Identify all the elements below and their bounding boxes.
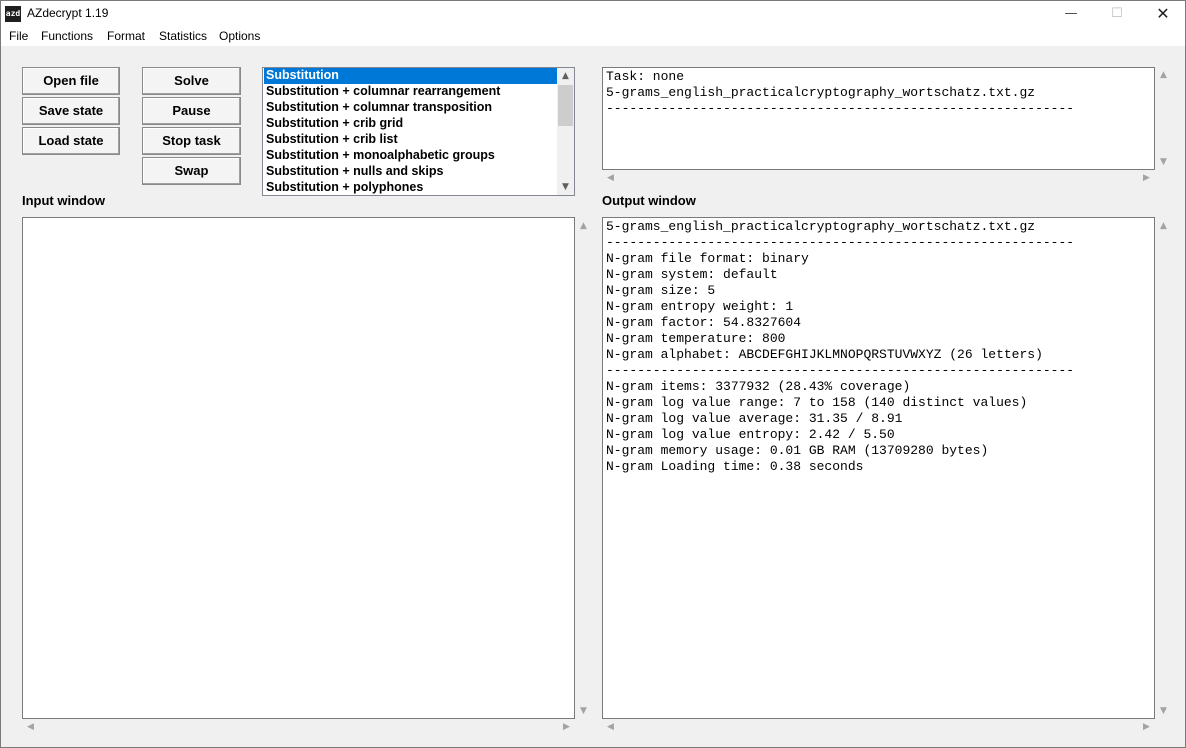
input-textarea[interactable]	[22, 217, 575, 719]
app-window: azd AZdecrypt 1.19 — ☐ ✕ File Functions …	[0, 0, 1186, 748]
load-state-button[interactable]: Load state	[22, 127, 120, 155]
output-line: N-gram temperature: 800	[606, 331, 786, 346]
solve-button[interactable]: Solve	[142, 67, 241, 95]
list-item[interactable]: Substitution + crib grid	[264, 116, 557, 132]
scroll-right-icon[interactable]: ▶	[558, 722, 575, 732]
window-title: AZdecrypt 1.19	[27, 6, 109, 20]
minimize-button[interactable]: —	[1048, 1, 1094, 27]
task-text: Task: none 5-grams_english_practicalcryp…	[606, 69, 1074, 117]
task-line: 5-grams_english_practicalcryptography_wo…	[606, 85, 1036, 100]
output-line: N-gram log value entropy: 2.42 / 5.50	[606, 427, 895, 442]
output-line: N-gram log value average: 31.35 / 8.91	[606, 411, 903, 426]
list-item[interactable]: Substitution + columnar rearrangement	[264, 84, 557, 100]
output-line: 5-grams_english_practicalcryptography_wo…	[606, 219, 1036, 234]
scroll-up-icon[interactable]: ▲	[575, 221, 592, 231]
scroll-left-icon[interactable]: ◀	[22, 722, 39, 732]
scroll-left-icon[interactable]: ◀	[602, 722, 619, 732]
input-window-label: Input window	[22, 193, 106, 208]
output-window-label: Output window	[602, 193, 696, 208]
listbox-scrollbar[interactable]: ▲ ▼	[557, 68, 574, 195]
swap-button[interactable]: Swap	[142, 157, 241, 185]
output-line: N-gram memory usage: 0.01 GB RAM (137092…	[606, 443, 989, 458]
save-state-button[interactable]: Save state	[22, 97, 120, 125]
task-output-box[interactable]: Task: none 5-grams_english_practicalcryp…	[602, 67, 1155, 170]
menu-format[interactable]: Format	[107, 29, 145, 43]
app-logo-icon: azd	[5, 6, 21, 22]
scroll-up-icon[interactable]: ▲	[1155, 70, 1172, 80]
scroll-down-icon[interactable]: ▼	[557, 182, 574, 192]
list-item[interactable]: Substitution + monoalphabetic groups	[264, 148, 557, 164]
output-line: ----------------------------------------…	[606, 363, 1075, 378]
menu-file[interactable]: File	[9, 29, 28, 43]
list-item[interactable]: Substitution + nulls and skips	[264, 164, 557, 180]
maximize-button[interactable]: ☐	[1094, 1, 1140, 27]
output-line: N-gram size: 5	[606, 283, 716, 298]
scroll-up-icon[interactable]: ▲	[1155, 221, 1172, 231]
close-button[interactable]: ✕	[1140, 1, 1185, 27]
output-line: N-gram system: default	[606, 267, 778, 282]
open-file-button[interactable]: Open file	[22, 67, 120, 95]
output-line: N-gram Loading time: 0.38 seconds	[606, 459, 864, 474]
solver-listbox[interactable]: Substitution Substitution + columnar rea…	[262, 67, 575, 196]
scroll-up-icon[interactable]: ▲	[557, 71, 574, 81]
pause-button[interactable]: Pause	[142, 97, 241, 125]
output-line: N-gram items: 3377932 (28.43% coverage)	[606, 379, 911, 394]
list-item[interactable]: Substitution + crib list	[264, 132, 557, 148]
scroll-down-icon[interactable]: ▼	[575, 706, 592, 716]
scroll-right-icon[interactable]: ▶	[1138, 173, 1155, 183]
title-bar: azd AZdecrypt 1.19 — ☐ ✕	[1, 1, 1185, 27]
scroll-down-icon[interactable]: ▼	[1155, 157, 1172, 167]
output-line: N-gram alphabet: ABCDEFGHIJKLMNOPQRSTUVW…	[606, 347, 1043, 362]
list-item[interactable]: Substitution	[264, 68, 557, 84]
output-line: N-gram file format: binary	[606, 251, 809, 266]
output-line: ----------------------------------------…	[606, 235, 1075, 250]
scroll-thumb[interactable]	[558, 85, 573, 126]
stop-task-button[interactable]: Stop task	[142, 127, 241, 155]
output-line: N-gram log value range: 7 to 158 (140 di…	[606, 395, 1028, 410]
output-textarea[interactable]: 5-grams_english_practicalcryptography_wo…	[602, 217, 1155, 719]
task-line: Task: none	[606, 69, 685, 84]
output-line: N-gram factor: 54.8327604	[606, 315, 802, 330]
list-item[interactable]: Substitution + columnar transposition	[264, 100, 557, 116]
scroll-left-icon[interactable]: ◀	[602, 173, 619, 183]
menu-bar: File Functions Format Statistics Options	[1, 27, 1185, 46]
menu-statistics[interactable]: Statistics	[159, 29, 207, 43]
output-line: N-gram entropy weight: 1	[606, 299, 794, 314]
list-item[interactable]: Substitution + polyphones	[264, 180, 557, 195]
menu-options[interactable]: Options	[219, 29, 260, 43]
output-text: 5-grams_english_practicalcryptography_wo…	[606, 219, 1074, 475]
menu-functions[interactable]: Functions	[41, 29, 93, 43]
scroll-down-icon[interactable]: ▼	[1155, 706, 1172, 716]
scroll-right-icon[interactable]: ▶	[1138, 722, 1155, 732]
task-line: ----------------------------------------…	[606, 101, 1075, 116]
